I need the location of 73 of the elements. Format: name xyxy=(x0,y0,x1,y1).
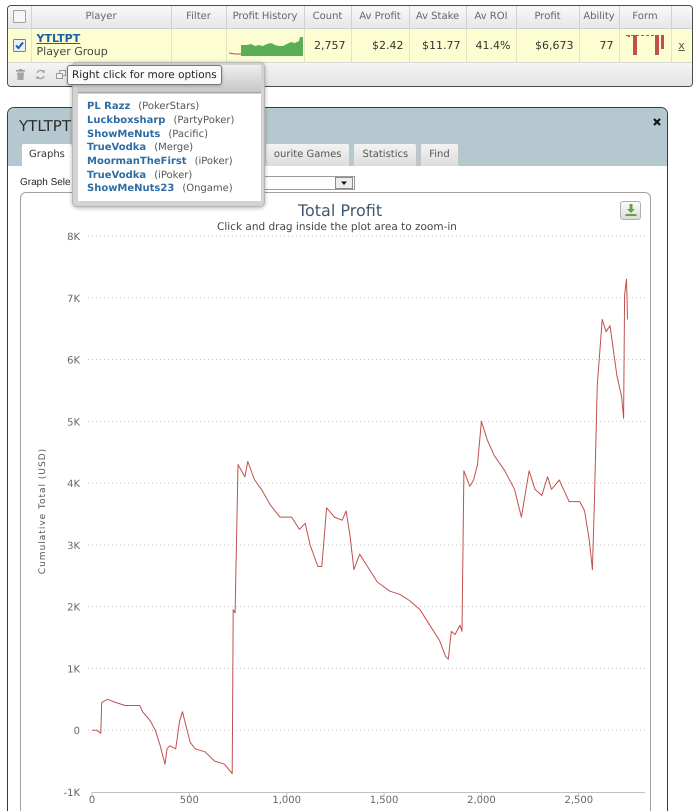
y-tick-label: -1K xyxy=(63,788,80,798)
column-header[interactable]: Av ROI xyxy=(466,6,516,28)
column-header[interactable]: Filter xyxy=(171,6,226,28)
y-tick-label: 6K xyxy=(67,355,80,366)
tab[interactable]: Statistics xyxy=(353,142,418,166)
network-label: (Merge) xyxy=(154,142,194,154)
network-label: (PokerStars) xyxy=(138,101,200,112)
y-tick-label: 2K xyxy=(67,602,80,614)
refresh-icon[interactable] xyxy=(35,68,46,80)
y-tick-label: 1K xyxy=(67,664,80,675)
network-label: (Ongame) xyxy=(182,183,233,194)
form-bar xyxy=(655,34,659,54)
network-label: (Pacific) xyxy=(168,128,208,140)
y-tick-label: 5K xyxy=(67,416,80,428)
graph-select-label: Graph Sele xyxy=(20,177,71,188)
avg-profit-value: $2.42 xyxy=(351,28,409,62)
column-header[interactable]: Av Profit xyxy=(351,6,409,28)
checkbox[interactable] xyxy=(12,10,26,24)
column-header[interactable]: Count xyxy=(304,6,351,28)
tab[interactable]: ourite Games xyxy=(264,142,350,166)
y-axis-title: Cumulative Total (USD) xyxy=(38,447,48,574)
caret-icon[interactable] xyxy=(335,176,353,188)
column-header[interactable]: Profit xyxy=(516,6,579,28)
player-row[interactable]: YTLTPT Player Group 2,757 $2.42 $11.77 41.4% $6,673 77 x xyxy=(8,28,692,62)
chart-subtitle: Click and drag inside the plot area to zoom-in xyxy=(217,220,457,232)
x-tick-label: 2,000 xyxy=(467,794,496,806)
account-link[interactable]: Luckboxsharp xyxy=(87,115,166,126)
y-tick-label: 0 xyxy=(74,726,80,737)
network-label: (iPoker) xyxy=(194,156,233,168)
form-bar xyxy=(633,34,637,54)
group-label: Player Group xyxy=(36,45,108,58)
form-bar xyxy=(661,34,664,48)
count-value: 2,757 xyxy=(304,28,351,62)
network-label: (iPoker) xyxy=(154,170,192,181)
account-link[interactable]: TrueVodka xyxy=(87,142,146,154)
y-tick-label: 7K xyxy=(67,293,80,304)
tab[interactable]: Graphs xyxy=(21,142,73,166)
y-tick-label: 8K xyxy=(67,232,80,242)
avg-roi-value: 41.4% xyxy=(466,28,516,62)
trash-icon[interactable] xyxy=(16,68,25,80)
y-tick-label: 3K xyxy=(67,540,80,552)
avg-stake-value: $11.77 xyxy=(409,28,466,62)
column-header[interactable]: Player xyxy=(31,6,171,28)
x-tick-label: 1,000 xyxy=(272,794,302,806)
column-header[interactable]: Av Stake xyxy=(409,6,466,28)
x-tick-label: 500 xyxy=(180,794,199,806)
network-label: (PartyPoker) xyxy=(173,115,234,126)
ability-value: 77 xyxy=(579,28,619,62)
tab[interactable]: Find xyxy=(420,142,459,166)
account-link[interactable]: MoormanTheFirst xyxy=(87,156,187,168)
download-icon xyxy=(624,204,636,216)
window-icon[interactable] xyxy=(56,70,66,78)
y-tick-label: 4K xyxy=(67,478,80,490)
x-tick-label: 1,500 xyxy=(370,794,398,806)
graph-select-field[interactable] xyxy=(265,176,355,190)
column-header[interactable]: Ability xyxy=(579,6,619,28)
download-button[interactable] xyxy=(620,200,641,220)
chart-title: Total Profit xyxy=(298,200,382,220)
window-title: YTLTPT xyxy=(19,116,71,136)
player-link[interactable]: YTLTPT xyxy=(36,32,80,45)
checkbox[interactable] xyxy=(12,38,26,52)
account-link[interactable]: TrueVodka xyxy=(87,170,146,181)
column-header[interactable]: Profit History xyxy=(226,6,304,28)
x-tick-label: 0 xyxy=(88,794,96,806)
x-tick-label: 2,500 xyxy=(564,794,594,806)
account-link[interactable]: ShowMeNuts23 xyxy=(87,183,174,194)
remove-link[interactable]: x xyxy=(678,38,685,52)
column-header[interactable]: Form xyxy=(619,6,671,28)
account-link[interactable]: PL Razz xyxy=(87,101,130,112)
close-icon[interactable] xyxy=(653,118,661,126)
account-link[interactable]: ShowMeNuts xyxy=(87,128,160,140)
profit-value: $6,673 xyxy=(516,28,579,62)
tooltip: Right click for more options xyxy=(67,65,222,85)
